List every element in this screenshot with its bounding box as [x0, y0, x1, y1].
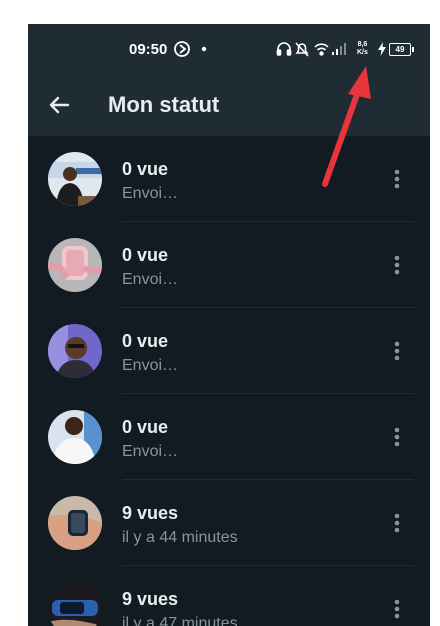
status-subtitle: il y a 44 minutes — [122, 529, 238, 546]
status-item[interactable]: 0 vue Envoi… — [28, 394, 430, 480]
status-subtitle: Envoi… — [122, 185, 179, 202]
more-options-button[interactable] — [394, 427, 400, 452]
status-thumbnail — [48, 324, 102, 378]
more-vert-icon — [394, 513, 400, 533]
more-options-button[interactable] — [394, 255, 400, 280]
dot-icon — [201, 46, 207, 52]
more-options-button[interactable] — [394, 599, 400, 624]
status-thumbnail — [48, 238, 102, 292]
more-options-button[interactable] — [394, 169, 400, 194]
status-views: 0 vue — [122, 245, 169, 265]
status-item[interactable]: 0 vue Envoi… — [28, 136, 430, 222]
charging-icon — [378, 42, 386, 56]
status-views: 9 vues — [122, 503, 179, 523]
bell-off-icon — [295, 42, 309, 57]
more-options-button[interactable] — [394, 513, 400, 538]
more-vert-icon — [394, 169, 400, 189]
status-item[interactable]: 9 vues il y a 44 minutes — [28, 480, 430, 566]
status-views: 0 vue — [122, 417, 169, 437]
phone-screen: 09:50 8,6 K/s 49 Mon statut 0 vue Envoi…… — [28, 24, 430, 626]
status-thumbnail — [48, 496, 102, 550]
status-thumbnail — [48, 582, 102, 626]
status-right-icons — [276, 42, 346, 57]
back-button[interactable] — [48, 94, 70, 121]
network-speed: 8,6 K/s — [357, 41, 368, 57]
back-arrow-icon — [49, 96, 70, 114]
status-subtitle: Envoi… — [122, 443, 179, 460]
status-views: 0 vue — [122, 331, 169, 351]
status-thumbnail — [48, 410, 102, 464]
status-views: 0 vue — [122, 159, 169, 179]
status-thumbnail — [48, 152, 102, 206]
status-item[interactable]: 9 vues il y a 47 minutes — [28, 566, 430, 626]
signal-icon — [332, 43, 346, 55]
status-left-icons — [174, 41, 207, 57]
more-vert-icon — [394, 599, 400, 619]
network-speed-value: 8,6 — [357, 41, 368, 48]
more-vert-icon — [394, 341, 400, 361]
status-bar: 09:50 8,6 K/s 49 — [28, 24, 430, 76]
status-item[interactable]: 0 vue Envoi… — [28, 222, 430, 308]
status-subtitle: Envoi… — [122, 271, 179, 288]
status-time: 09:50 — [129, 41, 168, 58]
headphones-icon — [276, 42, 292, 56]
status-subtitle: Envoi… — [122, 357, 179, 374]
page-title: Mon statut — [108, 92, 220, 117]
more-vert-icon — [394, 255, 400, 275]
network-speed-unit: K/s — [357, 49, 368, 56]
battery-indicator: 49 — [389, 43, 414, 56]
status-subtitle: il y a 47 minutes — [122, 615, 238, 626]
status-item[interactable]: 0 vue Envoi… — [28, 308, 430, 394]
status-views: 9 vues — [122, 589, 179, 609]
app-bar: Mon statut — [28, 76, 430, 136]
wifi-icon — [314, 43, 329, 56]
more-options-button[interactable] — [394, 341, 400, 366]
data-saver-icon — [174, 41, 190, 57]
more-vert-icon — [394, 427, 400, 447]
